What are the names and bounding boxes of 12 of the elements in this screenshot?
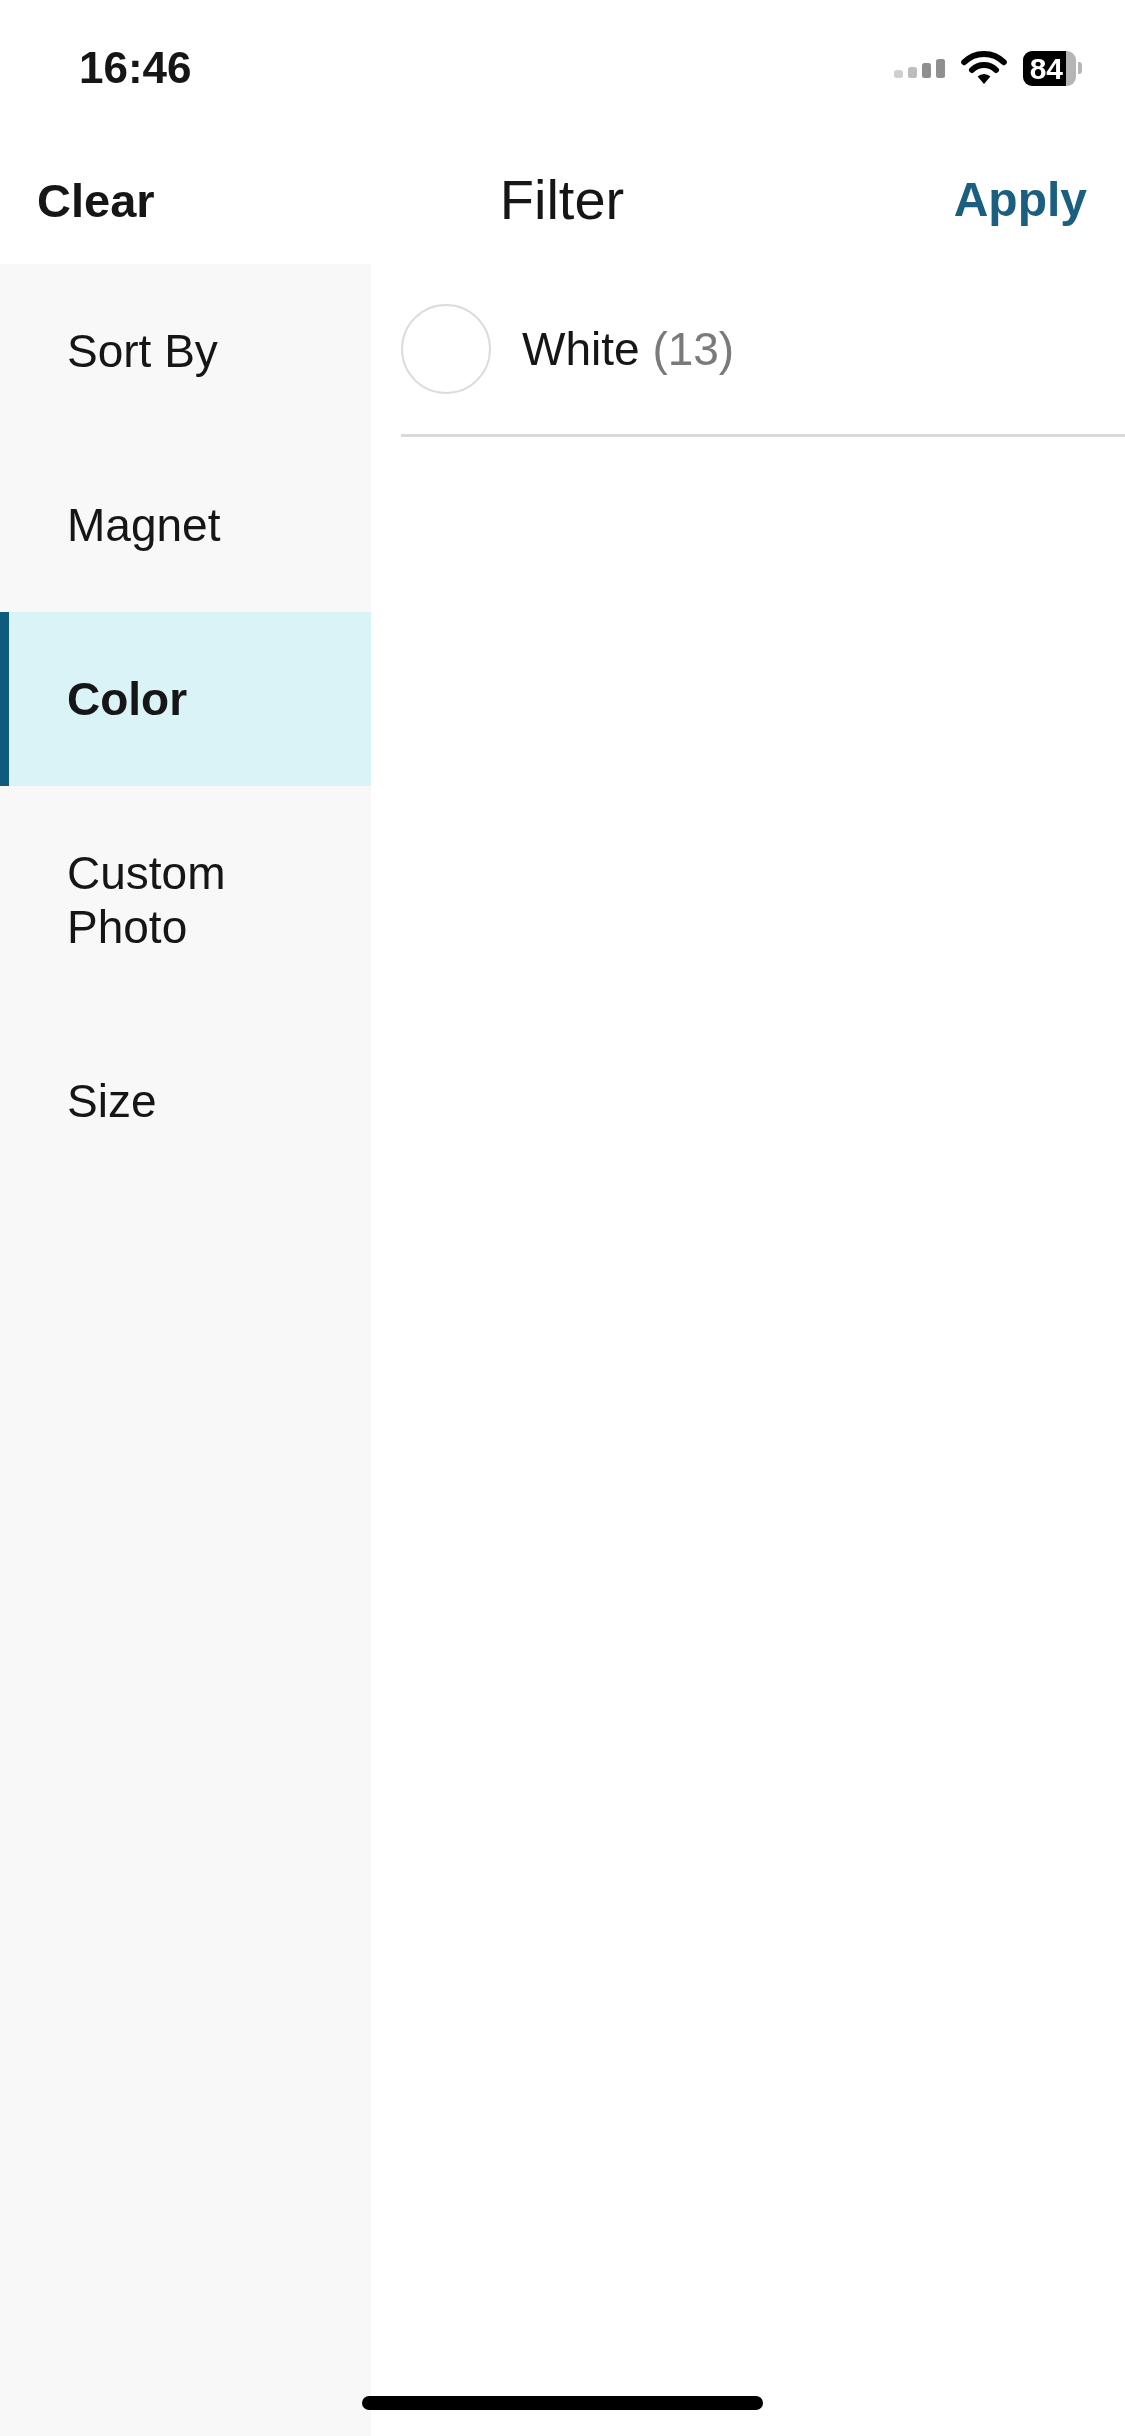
status-time: 16:46 [79,46,192,90]
filter-title: Filter [499,172,625,228]
clear-button[interactable]: Clear [37,176,155,224]
apply-button[interactable]: Apply [953,176,1087,224]
sidebar-tab[interactable]: Sort By [0,264,371,438]
sidebar-tab[interactable]: Magnet [0,438,371,612]
sidebar-tab[interactable]: Color [0,612,371,786]
sidebar-tab[interactable]: Size [0,1014,371,1188]
color-option[interactable]: White (13) [401,304,735,394]
sidebar-tab[interactable]: Custom Photo [0,786,371,1014]
signal-icon [893,58,945,78]
wifi-icon [960,51,1007,85]
